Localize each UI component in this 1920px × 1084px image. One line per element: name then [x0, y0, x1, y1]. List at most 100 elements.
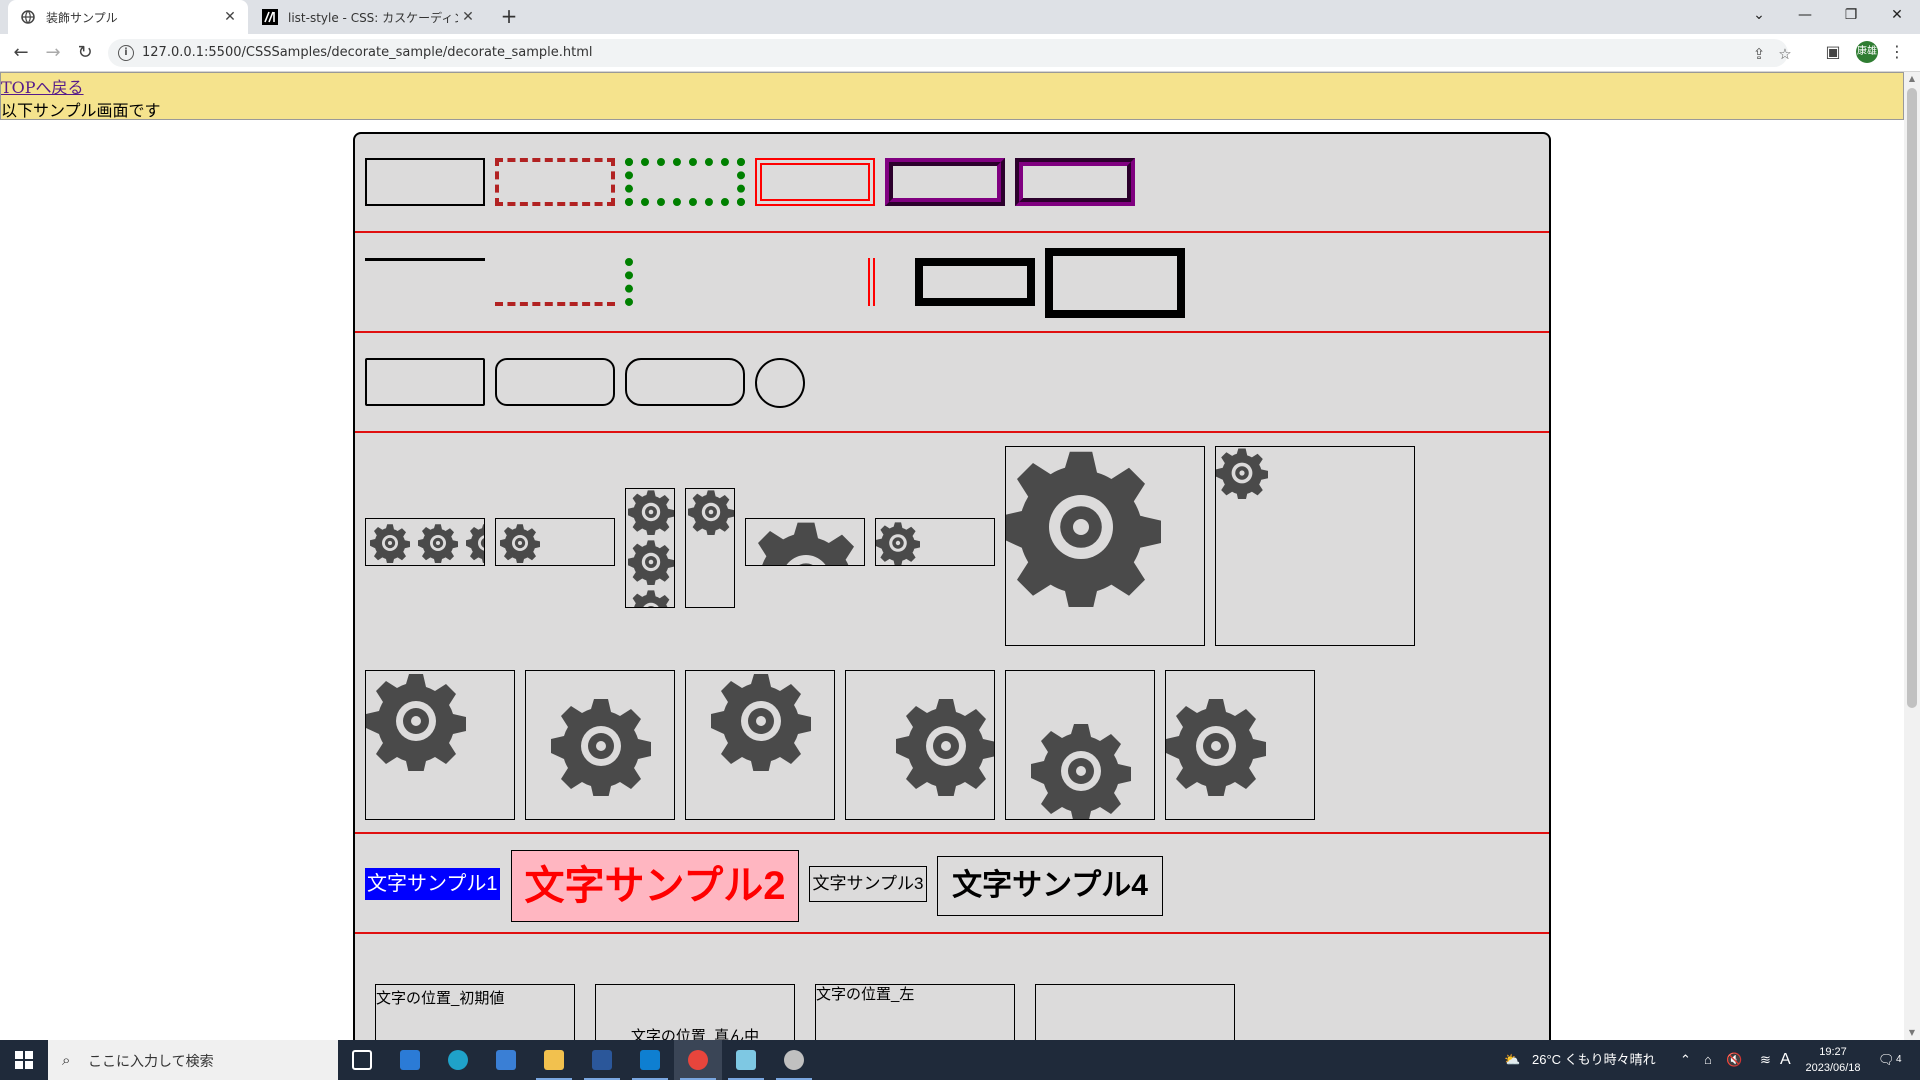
notification-count: 4	[1896, 1054, 1902, 1065]
bg-large-tile	[1005, 446, 1205, 646]
forward-arrow-icon[interactable]: →	[38, 38, 68, 68]
bg-contain-tile	[875, 518, 995, 566]
tray-chevron-icon[interactable]: ⌃	[1680, 1040, 1691, 1080]
volume-icon[interactable]: 🔇	[1726, 1040, 1742, 1080]
border-ridge-box	[885, 158, 1005, 206]
border-solid-box	[365, 158, 485, 206]
vscode-icon[interactable]	[626, 1040, 674, 1080]
text-position-default-label: 文字の位置_初期値	[376, 990, 505, 1007]
tab-search-chevron-icon[interactable]: ⌄	[1736, 0, 1782, 30]
text-position-default: 文字の位置_初期値	[375, 984, 575, 1040]
divider	[355, 932, 1549, 934]
tab-strip: 装飾サンプル ✕ list-style - CSS: カスケーディングスタイルシ…	[0, 0, 1920, 34]
clock[interactable]: 19:27 2023/06/18	[1802, 1040, 1864, 1080]
edge-icon[interactable]	[434, 1040, 482, 1080]
close-window-button[interactable]: ✕	[1874, 0, 1920, 30]
weather-text[interactable]: 26°C くもり時々晴れ	[1532, 1040, 1656, 1080]
back-arrow-icon[interactable]: ←	[6, 38, 36, 68]
search-icon: ⌕	[62, 1051, 71, 1069]
url-text[interactable]: 127.0.0.1:5500/CSSSamples/decorate_sampl…	[142, 45, 593, 60]
tab-inactive[interactable]: list-style - CSS: カスケーディングスタイルシート | MDN …	[250, 0, 486, 34]
close-icon[interactable]: ✕	[458, 9, 478, 25]
paint-icon[interactable]	[770, 1040, 818, 1080]
clock-date: 2023/06/18	[1805, 1062, 1861, 1074]
mdn-icon	[262, 9, 278, 25]
bg-repeat-tile	[365, 518, 485, 566]
scroll-down-icon[interactable]: ▼	[1904, 1026, 1920, 1040]
new-tab-button[interactable]: +	[496, 4, 522, 30]
menu-kebab-icon[interactable]: ⋮	[1886, 42, 1908, 61]
radius-small-box	[365, 358, 485, 406]
border-top-only	[365, 258, 485, 306]
border-bottom-only	[495, 258, 615, 306]
tab-title: list-style - CSS: カスケーディングスタイルシート | MDN	[288, 10, 458, 25]
taskbar-search-box[interactable]: ⌕ ここに入力して検索	[48, 1040, 338, 1080]
bg-position-top	[685, 670, 835, 820]
chrome-icon[interactable]	[674, 1040, 722, 1080]
task-view-icon[interactable]	[338, 1040, 386, 1080]
intro-text: 以下サンプル画面です	[1, 101, 161, 120]
bg-position-left	[1165, 670, 1315, 820]
scroll-up-icon[interactable]: ▲	[1904, 72, 1920, 86]
border-right-only	[755, 258, 875, 306]
text-position-empty	[1035, 984, 1235, 1040]
reload-icon[interactable]: ↻	[70, 38, 100, 68]
top-back-link[interactable]: TOPへ戻る	[1, 74, 84, 98]
border-thicker-box	[1045, 248, 1185, 318]
border-left-only	[625, 258, 745, 306]
border-double-box	[755, 158, 875, 206]
store-icon[interactable]	[386, 1040, 434, 1080]
wifi-icon[interactable]: ≋	[1760, 1040, 1771, 1080]
sample-container: 文字サンプル1 文字サンプル2 文字サンプル3 文字サンプル4 文字の位置_初期…	[353, 132, 1551, 1040]
bg-cover-tile	[745, 518, 865, 566]
bg-small-tile	[1215, 446, 1415, 646]
weather-icon[interactable]: ⛅	[1504, 1040, 1520, 1080]
notification-icon[interactable]: 🗨	[1878, 1040, 1895, 1080]
avatar[interactable]: 康雄	[1856, 41, 1878, 63]
globe-icon	[20, 9, 36, 25]
text-position-center-label: 文字の位置_真ん中	[630, 1028, 760, 1040]
notepad-icon[interactable]	[722, 1040, 770, 1080]
close-icon[interactable]: ✕	[220, 9, 240, 25]
border-dashed-box	[495, 158, 615, 206]
bg-repeat-y-tile	[625, 488, 675, 608]
browser-toolbar: ← → ↻ i 127.0.0.1:5500/CSSSamples/decora…	[0, 34, 1920, 72]
share-icon[interactable]: ⇪	[1750, 45, 1768, 63]
address-bar[interactable]: i 127.0.0.1:5500/CSSSamples/decorate_sam…	[108, 39, 1792, 67]
text-position-left: 文字の位置_左	[815, 984, 1015, 1040]
minimize-button[interactable]: —	[1782, 0, 1828, 30]
text-sample-4: 文字サンプル4	[937, 856, 1163, 916]
page-scrollbar[interactable]: ▲ ▼	[1904, 72, 1920, 1040]
border-groove-box	[1015, 158, 1135, 206]
mail-icon[interactable]	[482, 1040, 530, 1080]
divider	[355, 832, 1549, 834]
explorer-icon[interactable]	[530, 1040, 578, 1080]
ime-indicator[interactable]: A	[1780, 1040, 1791, 1080]
search-placeholder: ここに入力して検索	[88, 1053, 214, 1069]
word-icon[interactable]	[578, 1040, 626, 1080]
network-icon[interactable]: ⌂	[1704, 1040, 1712, 1080]
text-sample-3: 文字サンプル3	[809, 866, 927, 902]
radius-large-box	[625, 358, 745, 406]
windows-start-icon[interactable]	[0, 1040, 48, 1080]
text-position-center: 文字の位置_真ん中	[595, 984, 795, 1040]
page-header: TOPへ戻る 以下サンプル画面です	[0, 72, 1904, 120]
side-panel-icon[interactable]: ▣	[1822, 42, 1844, 61]
radius-medium-box	[495, 358, 615, 406]
radius-circle	[755, 358, 805, 408]
tab-title: 装飾サンプル	[46, 10, 118, 25]
bg-no-repeat-y-tile	[685, 488, 735, 608]
scrollbar-thumb[interactable]	[1907, 88, 1917, 708]
bg-position-center	[525, 670, 675, 820]
divider	[355, 231, 1549, 233]
restore-button[interactable]: ❐	[1828, 0, 1874, 30]
text-sample-2: 文字サンプル2	[511, 850, 799, 922]
clock-time: 19:27	[1819, 1046, 1847, 1058]
border-dotted-box	[625, 158, 745, 206]
divider	[355, 331, 1549, 333]
star-icon[interactable]: ☆	[1776, 45, 1794, 63]
info-icon[interactable]: i	[118, 45, 134, 61]
bg-position-right	[845, 670, 995, 820]
bg-position-top-left	[365, 670, 515, 820]
tab-active[interactable]: 装飾サンプル ✕	[8, 0, 248, 34]
